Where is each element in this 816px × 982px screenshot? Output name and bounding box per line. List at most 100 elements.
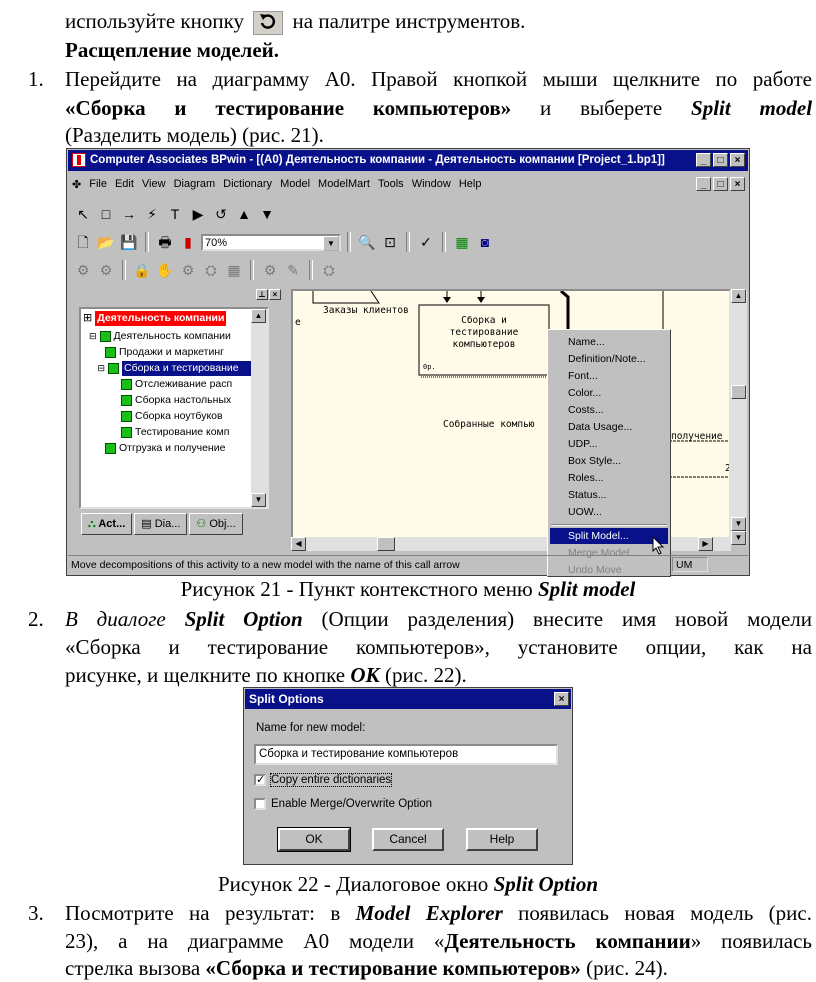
chevron-down-icon[interactable]: ▼ <box>323 235 339 251</box>
tab-activities[interactable]: ⛬ Act... <box>81 513 133 535</box>
scroll-left-icon[interactable]: ◀ <box>291 537 306 551</box>
menu-item-status[interactable]: Status... <box>568 487 607 503</box>
vertical-scrollbar[interactable]: ▲ ▼ ▼ <box>731 289 747 545</box>
save-icon[interactable]: 💾 <box>119 232 139 252</box>
menu-window[interactable]: Window <box>412 178 451 190</box>
explorer-close-icon[interactable]: × <box>269 289 281 300</box>
new-icon[interactable]: 🗋 <box>73 232 93 252</box>
box-tool-icon[interactable]: □ <box>96 204 116 224</box>
activity-icon <box>108 363 119 374</box>
menu-item-uow[interactable]: UOW... <box>568 504 602 520</box>
spell-check-icon[interactable]: ✓ <box>416 232 436 252</box>
scroll-down-icon[interactable]: ▼ <box>731 517 746 531</box>
scroll-up-icon[interactable]: ▲ <box>731 289 746 303</box>
scroll-thumb[interactable] <box>731 385 746 399</box>
print-icon[interactable]: 🖶 <box>155 232 175 252</box>
text-fragment: стрелка вызова <box>65 956 201 980</box>
enable-merge-checkbox[interactable] <box>254 798 266 810</box>
menu-item-color[interactable]: Color... <box>568 385 601 401</box>
undo-tool-icon[interactable]: ↺ <box>211 204 231 224</box>
minimize-button[interactable]: _ <box>696 153 711 167</box>
arrow-label-receive: получение <box>671 431 723 442</box>
menu-item-box-style[interactable]: Box Style... <box>568 453 621 469</box>
tree-item[interactable]: Сборка настольных <box>121 393 231 408</box>
tree-item-selected[interactable]: ⊟ Сборка и тестирование <box>81 361 251 376</box>
activity-icon <box>105 347 116 358</box>
tree-scrollbar[interactable]: ▲ ▼ <box>251 309 267 507</box>
tree-root[interactable]: ⊞ Деятельность компании <box>83 311 227 326</box>
doc-restore-button[interactable]: □ <box>713 177 728 191</box>
menu-item-roles[interactable]: Roles... <box>568 470 604 486</box>
menu-item-data-usage[interactable]: Data Usage... <box>568 419 632 435</box>
scroll-up-icon[interactable]: ▲ <box>251 309 266 323</box>
window-title: Computer Associates BPwin - [(A0) Деятел… <box>90 154 665 166</box>
text-tool-icon[interactable]: T <box>165 204 185 224</box>
zoom-in-icon[interactable]: 🔍 <box>357 232 377 252</box>
cancel-button[interactable]: Cancel <box>372 828 444 851</box>
open-icon[interactable]: 📂 <box>96 232 116 252</box>
navigator-icon[interactable]: ◙ <box>475 232 495 252</box>
enable-merge-option[interactable]: Enable Merge/Overwrite Option <box>254 798 432 810</box>
tree-item[interactable]: ⊟ Деятельность компании <box>89 329 231 344</box>
italic-fragment: В диалоге <box>65 607 166 631</box>
zoom-fit-icon[interactable]: ⊡ <box>380 232 400 252</box>
color-icon[interactable]: ▮ <box>178 232 198 252</box>
doc-close-button[interactable]: × <box>730 177 745 191</box>
arrow-label-orders: Заказы клиентов <box>323 305 409 316</box>
menu-view[interactable]: View <box>142 178 166 190</box>
up-tool-icon[interactable]: ▲ <box>234 204 254 224</box>
ok-button[interactable]: OK <box>278 828 350 851</box>
menu-edit[interactable]: Edit <box>115 178 134 190</box>
section-heading: Расщепление моделей. <box>65 38 279 62</box>
standard-toolbar: 🗋 📂 💾 🖶 ▮ 70% ▼ 🔍 ⊡ ✓ ▦ ◙ <box>73 229 495 255</box>
window-titlebar: Computer Associates BPwin - [(A0) Деятел… <box>68 150 748 171</box>
scroll-down-icon[interactable]: ▼ <box>731 531 746 545</box>
menu-diagram[interactable]: Diagram <box>174 178 216 190</box>
down-tool-icon[interactable]: ▼ <box>257 204 277 224</box>
menu-item-udp[interactable]: UDP... <box>568 436 598 452</box>
decompose-tool-icon[interactable]: ▶ <box>188 204 208 224</box>
help-button[interactable]: Help <box>466 828 538 851</box>
activity-box-label[interactable]: Сборка и тестирование компьютеров <box>419 315 549 351</box>
menu-modelmart[interactable]: ModelMart <box>318 178 370 190</box>
menu-item-costs[interactable]: Costs... <box>568 402 604 418</box>
explorer-pin-icon[interactable]: ⊥ <box>256 289 268 300</box>
tree-item[interactable]: Сборка ноутбуков <box>121 409 223 424</box>
arrow-label-assembled: Собранные компью <box>443 419 535 430</box>
close-button[interactable]: × <box>554 692 569 706</box>
scroll-thumb[interactable] <box>377 537 395 551</box>
tree-item[interactable]: Отгрузка и получение <box>105 441 225 456</box>
caption-emphasis: Split Option <box>493 872 599 896</box>
copy-dictionaries-option[interactable]: ✓ Copy entire dictionaries <box>254 773 393 787</box>
arrow-tool-icon[interactable]: → <box>119 204 139 224</box>
tab-objects[interactable]: ⚇ Obj... <box>189 513 243 535</box>
menu-help[interactable]: Help <box>459 178 482 190</box>
pointer-tool-icon[interactable]: ↖ <box>73 204 93 224</box>
doc-minimize-button[interactable]: _ <box>696 177 711 191</box>
step2-line2: «Сборка и тестирование компьютеров», уст… <box>65 635 812 659</box>
menu-item-font[interactable]: Font... <box>568 368 598 384</box>
close-button[interactable]: × <box>730 153 745 167</box>
menu-tools[interactable]: Tools <box>378 178 404 190</box>
menu-item-split-model[interactable]: Split Model... <box>550 528 668 544</box>
maximize-button[interactable]: □ <box>713 153 728 167</box>
copy-dictionaries-checkbox[interactable]: ✓ <box>254 774 266 786</box>
menu-item-definition[interactable]: Definition/Note... <box>568 351 646 367</box>
scroll-down-icon[interactable]: ▼ <box>251 493 266 507</box>
model-tree: ⊞ Деятельность компании ⊟ Деятельность к… <box>79 307 269 509</box>
zoom-select[interactable]: 70% ▼ <box>201 233 341 251</box>
menu-item-name[interactable]: Name... <box>568 334 605 350</box>
menu-model[interactable]: Model <box>280 178 310 190</box>
activity-icon <box>121 395 132 406</box>
model-explorer-icon[interactable]: ▦ <box>452 232 472 252</box>
tree-item[interactable]: Тестирование комп <box>121 425 229 440</box>
model-name-input[interactable]: Сборка и тестирование компьютеров <box>254 744 558 765</box>
bold-fragment: «Сборка и тестирование компьютеров» <box>205 956 581 980</box>
scroll-right-icon[interactable]: ▶ <box>698 537 713 551</box>
tree-item[interactable]: Отслеживание расп <box>121 377 232 392</box>
menu-dictionary[interactable]: Dictionary <box>223 178 272 190</box>
tree-item[interactable]: Продажи и маркетинг <box>105 345 224 360</box>
tab-diagrams[interactable]: ▤ Dia... <box>134 513 188 535</box>
menu-file[interactable]: File <box>89 178 107 190</box>
squiggle-tool-icon[interactable]: ⚡ <box>142 204 162 224</box>
